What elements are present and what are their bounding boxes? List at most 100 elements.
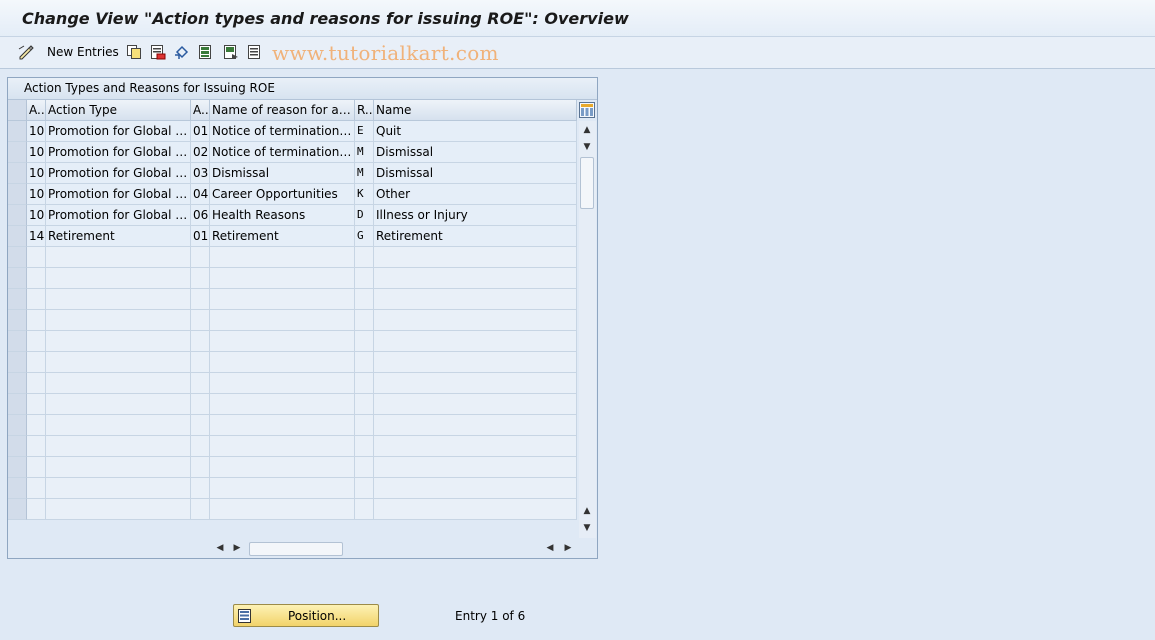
column-header-abbrev-1[interactable]: A.. — [27, 100, 46, 121]
col-name-cell[interactable] — [374, 289, 577, 310]
col-abbrev-1-cell[interactable] — [27, 394, 46, 415]
col-name-cell[interactable]: Dismissal — [374, 163, 577, 184]
col-abbrev-3-cell[interactable]: D — [355, 205, 374, 226]
col-name-cell[interactable]: Retirement — [374, 226, 577, 247]
col-reason-name-cell[interactable] — [210, 436, 355, 457]
col-action-type-cell[interactable] — [46, 457, 191, 478]
col-action-type-cell[interactable]: Promotion for Global Trin... — [46, 163, 191, 184]
col-abbrev-1-cell[interactable]: 10 — [27, 163, 46, 184]
horizontal-scrollbar[interactable]: ◀ ▶ ◀ ▶ — [8, 538, 597, 558]
row-selector[interactable] — [8, 478, 27, 499]
column-header-abbrev-3[interactable]: R.. — [355, 100, 374, 121]
scroll-down-icon[interactable]: ▼ — [580, 140, 594, 154]
col-reason-name-cell[interactable] — [210, 289, 355, 310]
col-name-cell[interactable] — [374, 478, 577, 499]
col-abbrev-3-cell[interactable] — [355, 310, 374, 331]
col-abbrev-2-cell[interactable] — [191, 289, 210, 310]
vertical-scroll-thumb[interactable] — [580, 157, 594, 209]
col-abbrev-1-cell[interactable] — [27, 415, 46, 436]
undo-icon[interactable] — [174, 44, 190, 60]
col-abbrev-3-cell[interactable] — [355, 499, 374, 520]
col-name-cell[interactable]: Quit — [374, 121, 577, 142]
col-reason-name-cell[interactable]: Notice of termination by ... — [210, 142, 355, 163]
row-selector[interactable] — [8, 499, 27, 520]
col-abbrev-3-cell[interactable] — [355, 331, 374, 352]
col-abbrev-3-cell[interactable]: K — [355, 184, 374, 205]
empty-table-row[interactable] — [8, 331, 577, 352]
col-abbrev-1-cell[interactable]: 14 — [27, 226, 46, 247]
col-action-type-cell[interactable]: Promotion for Global Trin... — [46, 142, 191, 163]
table-row[interactable]: 10Promotion for Global Trin...04Career O… — [8, 184, 577, 205]
col-abbrev-1-cell[interactable] — [27, 499, 46, 520]
col-abbrev-3-cell[interactable] — [355, 394, 374, 415]
empty-table-row[interactable] — [8, 415, 577, 436]
col-abbrev-3-cell[interactable] — [355, 289, 374, 310]
col-action-type-cell[interactable] — [46, 268, 191, 289]
table-row[interactable]: 10Promotion for Global Trin...01Notice o… — [8, 121, 577, 142]
col-name-cell[interactable] — [374, 373, 577, 394]
col-action-type-cell[interactable] — [46, 331, 191, 352]
col-abbrev-2-cell[interactable]: 01 — [191, 121, 210, 142]
col-abbrev-1-cell[interactable] — [27, 373, 46, 394]
col-abbrev-3-cell[interactable] — [355, 436, 374, 457]
page-up-icon[interactable]: ▲ — [580, 504, 594, 518]
empty-table-row[interactable] — [8, 457, 577, 478]
row-selector[interactable] — [8, 226, 27, 247]
position-button[interactable]: Position... — [233, 604, 379, 627]
col-reason-name-cell[interactable] — [210, 499, 355, 520]
col-reason-name-cell[interactable] — [210, 268, 355, 289]
col-abbrev-2-cell[interactable]: 02 — [191, 142, 210, 163]
row-selector[interactable] — [8, 457, 27, 478]
deselect-all-icon[interactable] — [247, 44, 263, 60]
col-action-type-cell[interactable]: Promotion for Global Trin... — [46, 205, 191, 226]
col-abbrev-3-cell[interactable] — [355, 478, 374, 499]
empty-table-row[interactable] — [8, 436, 577, 457]
col-abbrev-3-cell[interactable]: M — [355, 142, 374, 163]
table-row[interactable]: 10Promotion for Global Trin...06Health R… — [8, 205, 577, 226]
col-abbrev-1-cell[interactable] — [27, 436, 46, 457]
col-reason-name-cell[interactable]: Health Reasons — [210, 205, 355, 226]
col-action-type-cell[interactable] — [46, 499, 191, 520]
col-reason-name-cell[interactable]: Career Opportunities — [210, 184, 355, 205]
col-abbrev-2-cell[interactable] — [191, 394, 210, 415]
col-abbrev-1-cell[interactable]: 10 — [27, 205, 46, 226]
col-abbrev-2-cell[interactable] — [191, 268, 210, 289]
col-abbrev-2-cell[interactable] — [191, 457, 210, 478]
col-abbrev-3-cell[interactable]: E — [355, 121, 374, 142]
col-name-cell[interactable] — [374, 499, 577, 520]
select-all-cell[interactable] — [8, 100, 27, 121]
scroll-right-end-icon[interactable]: ▶ — [561, 541, 575, 555]
empty-table-row[interactable] — [8, 394, 577, 415]
col-action-type-cell[interactable] — [46, 373, 191, 394]
col-abbrev-2-cell[interactable]: 06 — [191, 205, 210, 226]
col-abbrev-2-cell[interactable] — [191, 478, 210, 499]
empty-table-row[interactable] — [8, 478, 577, 499]
col-action-type-cell[interactable] — [46, 415, 191, 436]
col-reason-name-cell[interactable] — [210, 394, 355, 415]
select-all-icon[interactable] — [198, 44, 214, 60]
empty-table-row[interactable] — [8, 289, 577, 310]
col-action-type-cell[interactable] — [46, 310, 191, 331]
col-reason-name-cell[interactable] — [210, 331, 355, 352]
row-selector[interactable] — [8, 310, 27, 331]
col-abbrev-3-cell[interactable] — [355, 352, 374, 373]
col-action-type-cell[interactable]: Promotion for Global Trin... — [46, 184, 191, 205]
col-abbrev-1-cell[interactable] — [27, 331, 46, 352]
col-name-cell[interactable]: Dismissal — [374, 142, 577, 163]
col-reason-name-cell[interactable] — [210, 310, 355, 331]
col-abbrev-3-cell[interactable] — [355, 415, 374, 436]
col-abbrev-1-cell[interactable]: 10 — [27, 121, 46, 142]
row-selector[interactable] — [8, 415, 27, 436]
col-name-cell[interactable]: Other — [374, 184, 577, 205]
scroll-up-icon[interactable]: ▲ — [580, 123, 594, 137]
col-abbrev-1-cell[interactable] — [27, 247, 46, 268]
col-abbrev-3-cell[interactable]: G — [355, 226, 374, 247]
col-action-type-cell[interactable] — [46, 436, 191, 457]
col-abbrev-2-cell[interactable] — [191, 436, 210, 457]
new-entries-button[interactable]: New Entries — [47, 45, 119, 59]
col-name-cell[interactable] — [374, 415, 577, 436]
col-abbrev-1-cell[interactable]: 10 — [27, 184, 46, 205]
col-abbrev-1-cell[interactable] — [27, 352, 46, 373]
col-name-cell[interactable] — [374, 310, 577, 331]
col-abbrev-2-cell[interactable] — [191, 352, 210, 373]
